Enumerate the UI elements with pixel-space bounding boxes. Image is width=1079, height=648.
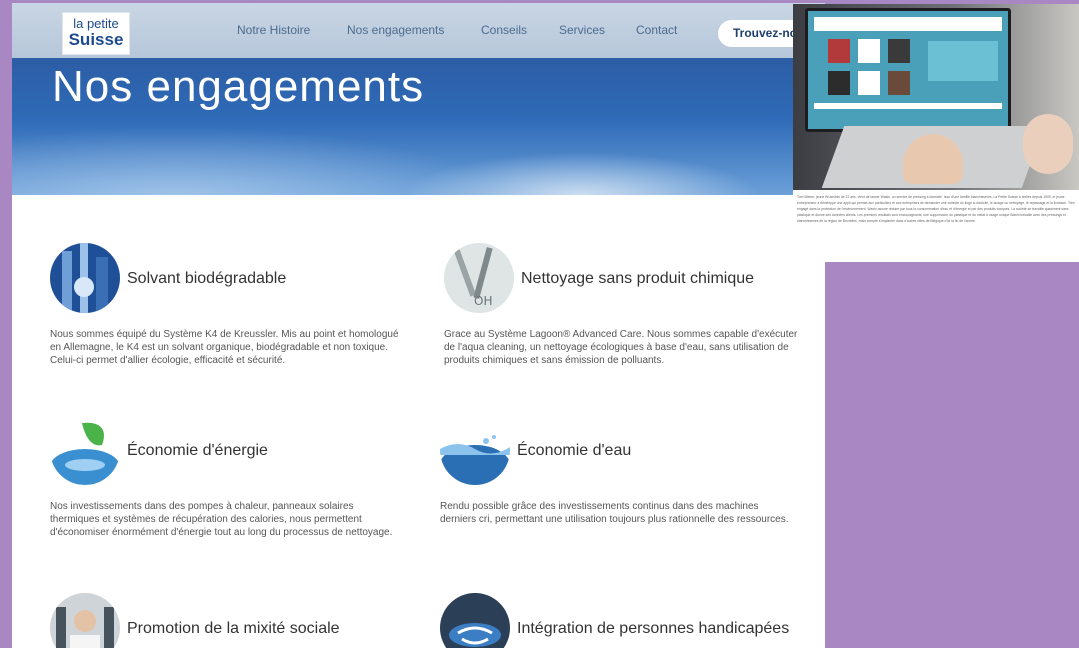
engagement-title: Nettoyage sans produit chimique: [521, 270, 755, 287]
brand-line2: Suisse: [68, 30, 124, 49]
water-splash-icon: [440, 415, 510, 485]
website-page: la petite Suisse Notre Histoire Nos enga…: [12, 3, 825, 648]
engagement-title: Intégration de personnes handicapées: [517, 620, 790, 637]
navbar: la petite Suisse Notre Histoire Nos enga…: [12, 3, 825, 58]
nav-nos-engagements[interactable]: Nos engagements: [347, 23, 444, 37]
engagement-text: Grace au Système Lagoon® Advanced Care. …: [444, 329, 798, 366]
engagement-title: Économie d'eau: [517, 442, 632, 459]
hero-banner: Nos engagements: [12, 58, 825, 195]
solvent-icon: [50, 243, 120, 313]
engagement-text: Nous sommes équipé du Système K4 de Kreu…: [50, 329, 399, 366]
nav-conseils[interactable]: Conseils: [481, 23, 527, 37]
engagement-title: Économie d'énergie: [127, 442, 268, 459]
engagement-title: Promotion de la mixité sociale: [127, 620, 340, 637]
person-icon: [50, 593, 120, 648]
engagement-text: Nos investissements dans des pompes à ch…: [50, 501, 393, 538]
article-text: Tom Weber, jeune Bruxellois de 22 ans, v…: [797, 195, 1075, 223]
article-photo-card: Tom Weber, jeune Bruxellois de 22 ans, v…: [793, 4, 1079, 262]
hand-image: [1023, 114, 1073, 174]
engagement-title: Solvant biodégradable: [127, 270, 287, 287]
chemistry-icon: OH: [444, 243, 514, 313]
laptop-screen: [805, 8, 1011, 132]
leaf-water-icon: [50, 415, 120, 485]
engagement-text: Rendu possible grâce des investissements…: [440, 501, 789, 525]
nav-notre-histoire[interactable]: Notre Histoire: [237, 23, 310, 37]
accessibility-icon: [440, 593, 510, 648]
laptop-photo: [793, 4, 1079, 190]
nav-services[interactable]: Services: [559, 23, 605, 37]
page-title: Nos engagements: [52, 62, 425, 111]
brand-logo[interactable]: la petite Suisse: [62, 12, 130, 55]
nav-contact[interactable]: Contact: [636, 23, 677, 37]
svg-text:OH: OH: [474, 294, 492, 308]
brand-line1: la petite: [73, 16, 119, 31]
